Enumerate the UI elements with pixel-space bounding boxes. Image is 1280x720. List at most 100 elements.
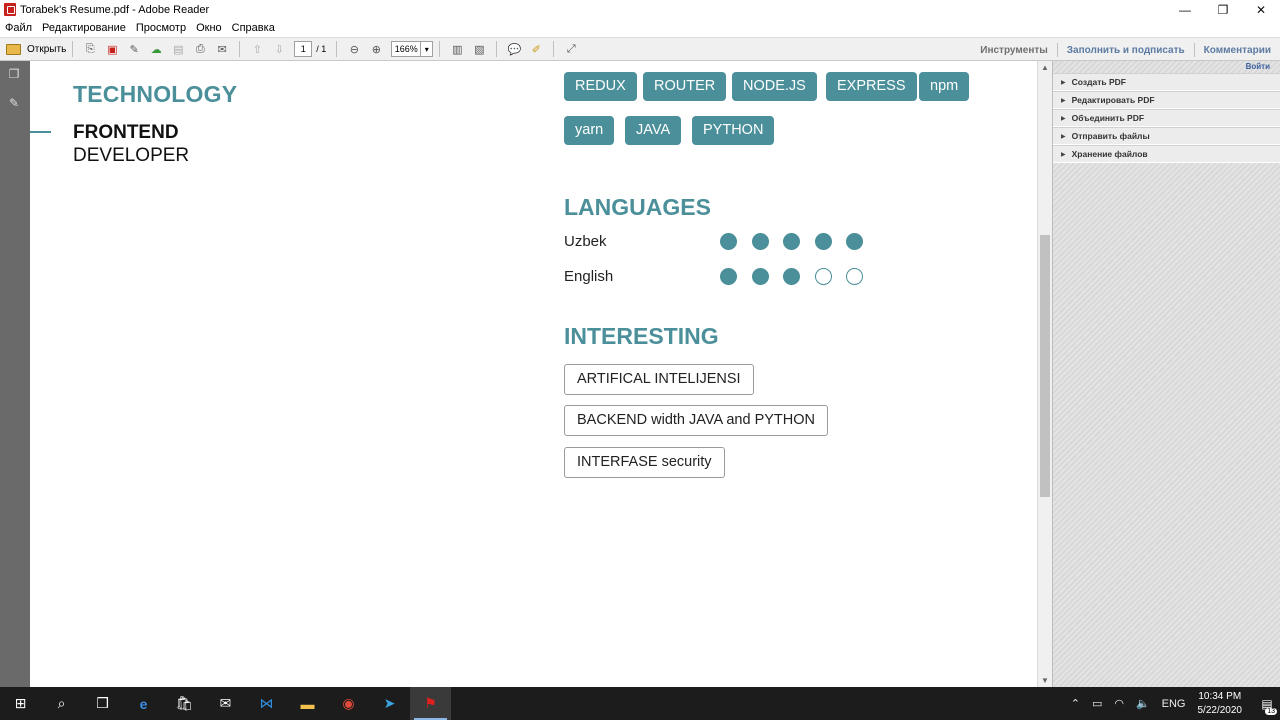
search-icon: ⌕ [57,695,66,711]
toolbar: Открыть ⎘ ▣ ✎ ☁ ▤ ⎙ ✉ ⇧ ⇩ 1 / 1 ⊖ ⊕ 166%… [0,37,1280,61]
mail-app[interactable]: ✉ [205,687,246,720]
expand-arrow-icon: ▶ [1061,115,1066,122]
skill-tag: NODE.JS [732,72,817,101]
chrome-icon: ◉ [342,695,355,711]
role-title-line1: FRONTEND [73,122,179,143]
create-pdf-panel[interactable]: ▶ Создать PDF [1053,73,1280,91]
maximize-button[interactable]: ❐ [1204,0,1242,19]
comments-link[interactable]: Комментарии [1195,45,1280,56]
edit-icon[interactable]: ✎ [126,41,142,57]
interesting-heading: INTERESTING [564,323,719,349]
cloud-upload-icon[interactable]: ☁ [148,41,164,57]
chrome-app[interactable]: ◉ [328,687,369,720]
tools-link[interactable]: Инструменты [971,45,1057,56]
menu-view[interactable]: Просмотр [131,22,191,34]
rating-dot-filled [783,268,801,285]
toolbar-divider [72,41,74,57]
edit-pdf-panel[interactable]: ▶ Редактировать PDF [1053,91,1280,109]
scroll-down-icon[interactable]: ▼ [1041,676,1049,685]
page-number-input[interactable]: 1 [294,41,313,57]
show-hidden-icons-icon[interactable]: ⌃ [1071,697,1080,710]
action-center-button[interactable]: ▤ 13 [1254,687,1280,720]
telegram-app[interactable]: ➤ [369,687,410,720]
open-button[interactable]: Открыть [6,43,66,55]
scroll-up-icon[interactable]: ▲ [1041,63,1049,72]
rating-dot-filled [751,268,769,285]
scrollbar-thumb[interactable] [1040,235,1050,497]
menu-file[interactable]: Файл [0,22,37,34]
languages-heading: LANGUAGES [564,194,711,220]
fit-width-icon[interactable]: ▧ [471,41,487,57]
volume-icon[interactable]: 🔈 [1136,697,1150,710]
close-button[interactable]: ✕ [1242,0,1280,19]
send-files-panel[interactable]: ▶ Отправить файлы [1053,127,1280,145]
rating-dot-filled [720,268,737,285]
document-scrollbar[interactable]: ▲ ▼ [1037,61,1052,687]
skill-tag: JAVA [625,116,682,145]
file-explorer-app[interactable]: ▬ [287,687,328,720]
rating-dot-empty [846,268,864,285]
create-pdf-icon[interactable]: ⎘ [82,41,98,57]
edge-app[interactable]: e [123,687,164,720]
login-link[interactable]: Войти [1246,62,1270,71]
mail-icon: ✉ [219,695,232,711]
window-title: Torabek's Resume.pdf - Adobe Reader [20,3,210,16]
toolbar-divider [239,41,241,57]
store-files-panel[interactable]: ▶ Хранение файлов [1053,145,1280,163]
task-view-button[interactable]: ❒ [82,687,123,720]
panel-label: Создать PDF [1071,77,1126,87]
skill-tag: PYTHON [692,116,775,145]
previous-page-icon[interactable]: ⇧ [249,41,265,57]
pages-thumbnail-icon[interactable]: ❐ [7,67,21,81]
clock[interactable]: 10:34 PM 5/22/2020 [1198,690,1243,718]
save-icon[interactable]: ▤ [170,41,186,57]
zoom-in-icon[interactable]: ⊕ [368,41,384,57]
zoom-input[interactable]: 166% [391,41,422,57]
rating-dot-filled [846,233,864,250]
email-icon[interactable]: ✉ [214,41,230,57]
role-title-line2: DEVELOPER [73,145,190,166]
folder-icon [6,43,21,55]
menu-edit[interactable]: Редактирование [37,22,131,34]
page-total: / 1 [316,44,327,54]
adobe-reader-icon [4,3,16,16]
zoom-out-icon[interactable]: ⊖ [346,41,362,57]
menu-window[interactable]: Окно [191,22,227,34]
export-pdf-icon[interactable]: ▣ [104,41,120,57]
fill-sign-link[interactable]: Заполнить и подписать [1058,45,1194,56]
toolbar-divider [439,41,441,57]
print-icon[interactable]: ⎙ [192,41,208,57]
store-app[interactable]: 🛍 [164,687,205,720]
rating-dot-filled [814,233,832,250]
battery-icon[interactable]: ▭ [1092,697,1102,710]
highlight-icon[interactable]: ✐ [528,41,544,57]
expand-arrow-icon: ▶ [1061,151,1066,158]
vscode-app[interactable]: ⋈ [246,687,287,720]
menu-help[interactable]: Справка [227,22,280,34]
start-button[interactable]: ⊞ [0,687,41,720]
adobe-reader-app[interactable]: ⚑ [410,687,451,720]
next-page-icon[interactable]: ⇩ [271,41,287,57]
interest-chip: BACKEND width JAVA and PYTHON [564,405,828,436]
document-page: TECHNOLOGY FRONTEND DEVELOPER REDUX ROUT… [30,61,1037,687]
toolbar-divider [336,41,338,57]
menu-bar: Файл Редактирование Просмотр Окно Справк… [0,19,1280,37]
fit-page-icon[interactable]: ▥ [449,41,465,57]
input-language[interactable]: ENG [1162,698,1186,710]
toolbar-divider [496,41,498,57]
rating-dot-empty [814,268,832,285]
minimize-button[interactable]: — [1166,0,1204,19]
store-icon: 🛍 [175,695,194,711]
search-button[interactable]: ⌕ [41,687,82,720]
title-bar: Torabek's Resume.pdf - Adobe Reader — ❐ … [0,0,1280,19]
windows-logo-icon: ⊞ [14,695,27,711]
skill-tag: EXPRESS [826,72,917,101]
telegram-icon: ➤ [383,695,396,711]
signature-icon[interactable]: ✎ [7,96,21,110]
combine-pdf-panel[interactable]: ▶ Объединить PDF [1053,109,1280,127]
fullscreen-icon[interactable]: ⤢ [563,41,579,57]
zoom-dropdown-icon[interactable]: ▾ [421,41,434,57]
comment-icon[interactable]: 💬 [506,41,522,57]
expand-arrow-icon: ▶ [1061,97,1066,104]
wifi-icon[interactable]: ◠ [1114,697,1124,710]
